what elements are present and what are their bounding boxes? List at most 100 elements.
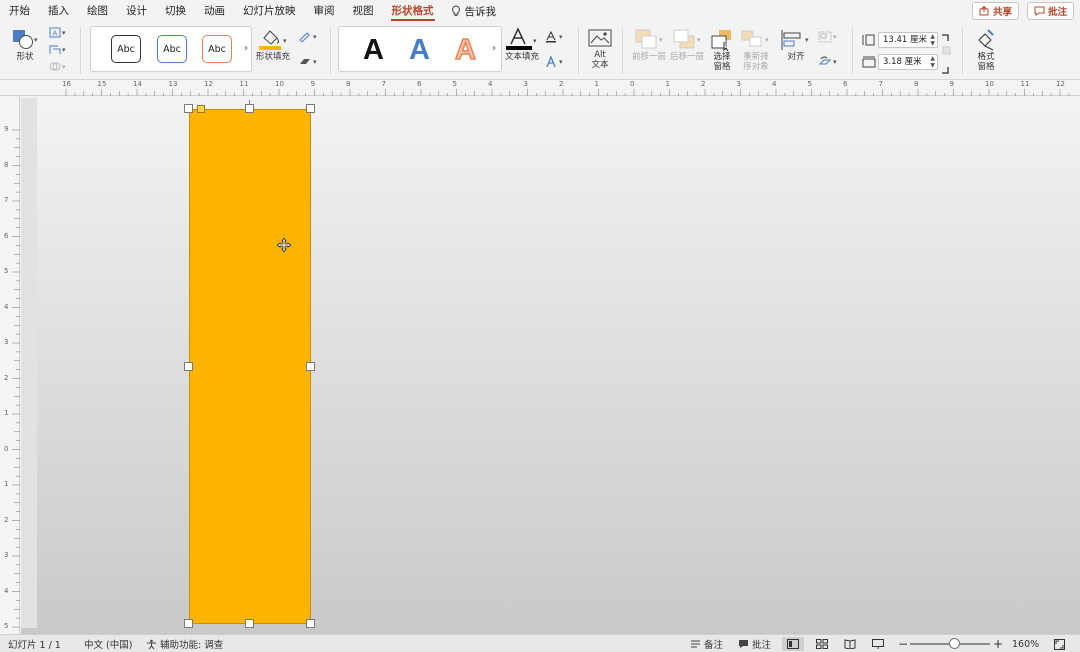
share-icon: [979, 6, 989, 16]
slideshow-view-button[interactable]: [867, 637, 889, 651]
text-fill-button[interactable]: ▾ 文本填充: [504, 26, 540, 62]
zoom-out-button[interactable]: −: [898, 635, 908, 652]
chevron-right-icon[interactable]: ›: [492, 43, 496, 54]
tab-draw[interactable]: 绘图: [78, 0, 117, 22]
send-backward-label: 后移一层: [669, 52, 704, 62]
tab-transitions[interactable]: 切换: [156, 0, 195, 22]
notes-button[interactable]: 备注: [690, 635, 723, 652]
align-button[interactable]: ▾ 对齐: [778, 28, 814, 62]
bring-forward-button[interactable]: ▾ 前移一层: [630, 28, 668, 62]
share-button[interactable]: 共享: [971, 2, 1019, 20]
comments-button[interactable]: 批注: [1026, 2, 1074, 20]
shape-height-input[interactable]: 13.41 厘米 ▲ ▼: [878, 32, 938, 48]
v-ruler-label: 6: [4, 231, 9, 240]
reorder-objects-icon: ▾: [741, 30, 769, 47]
reorder-objects-button[interactable]: ▾ 重新排 序对象: [738, 28, 774, 72]
edit-shape-button[interactable]: ▾: [49, 44, 66, 55]
v-ruler-label: 2: [4, 515, 9, 524]
tab-shape-format[interactable]: 形状格式: [383, 0, 443, 22]
resize-handle-bottom-left[interactable]: [184, 619, 193, 628]
lock-aspect-icon[interactable]: [941, 44, 951, 56]
h-ruler-label: 2: [559, 80, 564, 88]
align-icon: ▾: [781, 30, 809, 50]
v-ruler-label: 8: [4, 160, 9, 169]
svg-text:▾: ▾: [533, 37, 537, 45]
crop-corner-icon[interactable]: [941, 34, 949, 42]
resize-handle-left[interactable]: [184, 362, 193, 371]
tell-me-search[interactable]: 告诉我: [443, 4, 505, 19]
svg-text:▾: ▾: [283, 37, 287, 45]
shape-style-1[interactable]: Abc: [111, 35, 141, 63]
height-stepper[interactable]: ▲ ▼: [930, 33, 935, 47]
alt-text-icon: [588, 29, 612, 47]
rotate-button[interactable]: ▾: [818, 56, 837, 68]
shape-outline-button[interactable]: ▾: [298, 31, 317, 42]
shape-width-input[interactable]: 3.18 厘米 ▲ ▼: [878, 54, 938, 70]
format-pane-label-2: 窗格: [977, 62, 995, 72]
tab-animations[interactable]: 动画: [195, 0, 234, 22]
text-outline-icon: [546, 31, 556, 43]
wordart-style-blue[interactable]: A: [409, 34, 430, 66]
text-effects-button[interactable]: ▾: [544, 56, 563, 68]
resize-handle-bottom-right[interactable]: [306, 619, 315, 628]
chevron-right-icon[interactable]: ›: [244, 43, 248, 54]
tab-view[interactable]: 视图: [344, 0, 383, 22]
group-objects-button[interactable]: ▾: [818, 31, 837, 43]
resize-handle-top-right[interactable]: [306, 104, 315, 113]
tab-slideshow[interactable]: 幻灯片放映: [234, 0, 305, 22]
svg-text:▾: ▾: [34, 36, 38, 44]
reading-view-button[interactable]: [839, 637, 861, 651]
reorder-objects-label-2: 序对象: [743, 62, 769, 72]
v-ruler-label: 9: [4, 125, 9, 133]
tab-review[interactable]: 审阅: [305, 0, 344, 22]
rotate-icon: [818, 56, 832, 65]
normal-view-button[interactable]: [782, 637, 804, 651]
shape-height-value: 13.41 厘米: [883, 35, 928, 45]
text-box-button[interactable]: A ▾: [49, 27, 66, 38]
text-outline-button[interactable]: ▾: [544, 31, 563, 43]
slide-sorter-icon: [816, 639, 828, 649]
shape-effects-button[interactable]: ▾: [298, 56, 317, 67]
slide-sorter-button[interactable]: [811, 637, 833, 651]
h-ruler-label: 10: [985, 80, 994, 88]
send-backward-button[interactable]: ▾ 后移一层: [668, 28, 706, 62]
resize-handle-right[interactable]: [306, 362, 315, 371]
zoom-slider[interactable]: [910, 638, 990, 649]
language-indicator[interactable]: 中文 (中国): [84, 635, 132, 652]
merge-shapes-button[interactable]: ▾: [49, 61, 66, 72]
zoom-level[interactable]: 160%: [1012, 635, 1039, 652]
svg-text:▾: ▾: [805, 36, 809, 44]
shape-style-2[interactable]: Abc: [157, 35, 187, 63]
fit-to-window-button[interactable]: [1054, 635, 1065, 652]
accessibility-checker[interactable]: 辅助功能: 调查: [146, 635, 223, 652]
tab-design[interactable]: 设计: [117, 0, 156, 22]
zoom-slider-thumb[interactable]: [948, 638, 960, 649]
shape-styles-gallery: Abc Abc Abc ›: [90, 26, 252, 72]
tab-home[interactable]: 开始: [0, 0, 39, 22]
wordart-style-black[interactable]: A: [363, 34, 384, 66]
vertical-ruler-ticks: [12, 129, 20, 628]
resize-handle-top-left[interactable]: [184, 104, 193, 113]
status-comments-button[interactable]: 批注: [738, 635, 771, 652]
resize-handle-top[interactable]: [245, 104, 254, 113]
selected-rectangle-shape[interactable]: [189, 109, 311, 624]
shape-style-3[interactable]: Abc: [202, 35, 232, 63]
resize-handle-bottom[interactable]: [245, 619, 254, 628]
wordart-style-orange-outline[interactable]: A: [454, 33, 476, 67]
h-ruler-label: 0: [630, 80, 635, 88]
slide-canvas[interactable]: [21, 96, 1080, 634]
shape-effects-icon: [300, 59, 310, 64]
width-stepper[interactable]: ▲ ▼: [930, 55, 935, 69]
format-pane-button[interactable]: 格式 窗格: [970, 28, 1002, 72]
v-ruler-label: 0: [4, 444, 9, 453]
selection-pane-label-1: 选择: [713, 52, 731, 62]
adjustment-handle[interactable]: [197, 105, 205, 113]
crop-corner-icon[interactable]: [941, 66, 949, 74]
selection-pane-button[interactable]: 选择 窗格: [709, 28, 735, 72]
alt-text-button[interactable]: Alt 文本: [584, 28, 616, 70]
tab-insert[interactable]: 插入: [39, 0, 78, 22]
tell-me-label: 告诉我: [464, 5, 497, 18]
shape-fill-button[interactable]: ▾ 形状填充: [254, 26, 292, 62]
zoom-in-button[interactable]: +: [993, 635, 1003, 652]
insert-shapes-button[interactable]: ▾ 形状: [8, 28, 42, 62]
